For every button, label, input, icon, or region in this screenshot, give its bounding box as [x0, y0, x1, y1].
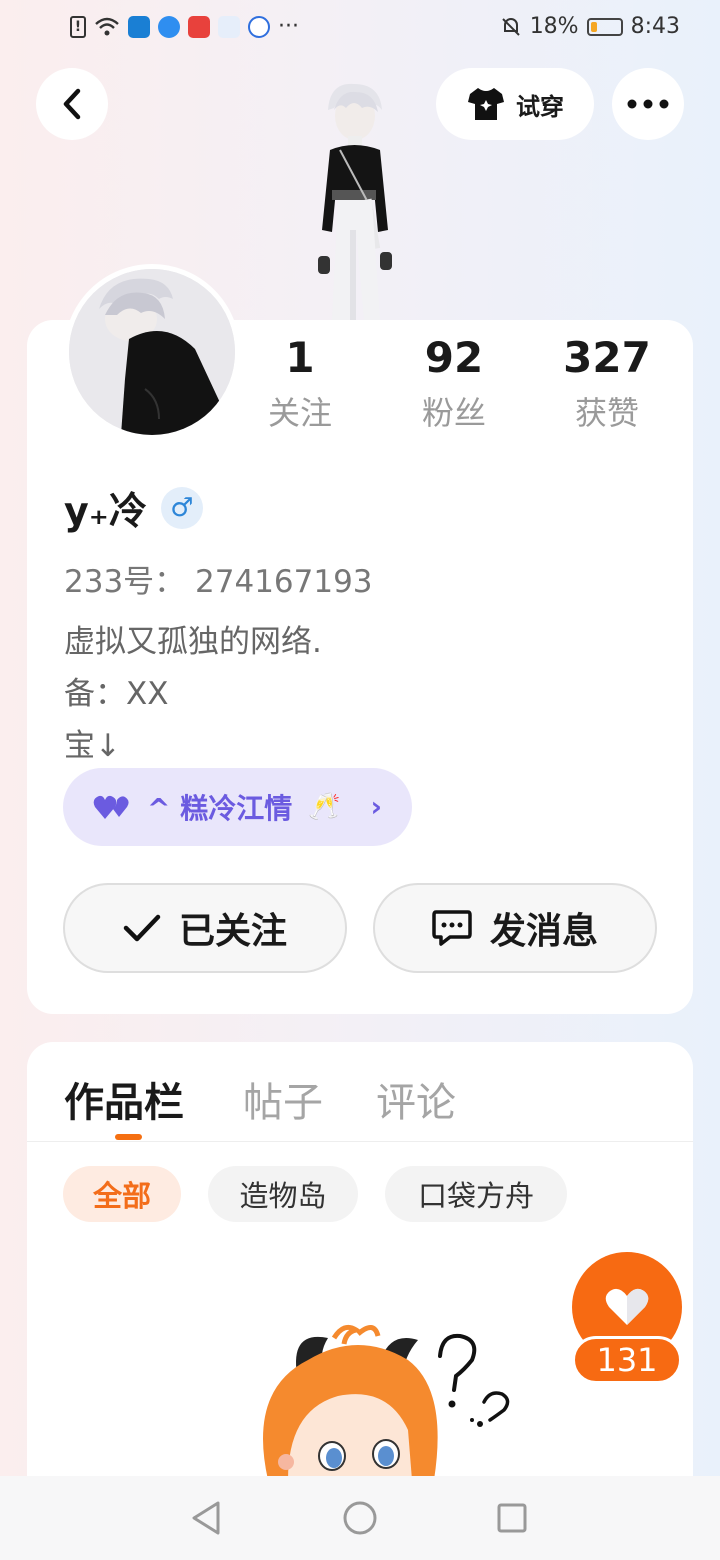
nav-recents-icon[interactable]	[496, 1500, 528, 1536]
like-count: 131	[572, 1336, 682, 1384]
filter-chip-creation-island[interactable]: 造物岛	[208, 1166, 358, 1222]
tab-comments[interactable]: 评论	[376, 1070, 456, 1128]
stat-following[interactable]: 1 关注	[230, 330, 370, 434]
bio-line: 宝↓	[64, 728, 121, 764]
chevron-left-icon	[63, 88, 81, 120]
chevron-right-icon: ›	[370, 790, 382, 823]
browser-app-icon	[158, 15, 180, 38]
confused-mascot-illustration	[263, 1324, 510, 1480]
stat-fans[interactable]: 92 粉丝	[384, 330, 524, 434]
try-on-button[interactable]: 试穿	[436, 68, 594, 140]
mute-bell-icon	[501, 17, 520, 36]
stat-likes-label: 获赞	[574, 394, 639, 432]
bio-line: 虚拟又孤独的网络.	[64, 624, 322, 660]
baidu-app-icon	[248, 15, 270, 38]
stat-following-label: 关注	[267, 394, 332, 432]
more-dots-icon	[627, 99, 669, 109]
status-bar: ! ··· 18% 8:43	[0, 0, 720, 56]
clock: 8:43	[630, 14, 680, 39]
huawei-app-icon	[188, 15, 210, 38]
nav-back-icon[interactable]	[190, 1500, 222, 1536]
check-icon	[123, 914, 161, 942]
back-button[interactable]	[36, 68, 108, 140]
group-label: ^ 糕冷江情	[147, 792, 293, 825]
stat-following-value: 1	[285, 333, 315, 382]
double-heart-icon	[93, 795, 129, 819]
user-id[interactable]: 233号： 274167193	[64, 556, 373, 601]
more-notifications-icon: ···	[278, 14, 299, 39]
system-nav-bar	[0, 1476, 720, 1560]
notification-app-icon	[218, 15, 240, 38]
battery-percent: 18%	[529, 14, 579, 39]
more-options-button[interactable]	[612, 68, 684, 140]
status-icons-left: ! ···	[70, 14, 299, 39]
male-gender-icon: ♂	[160, 486, 203, 529]
avatar-image	[69, 269, 235, 435]
tab-posts[interactable]: 帖子	[243, 1070, 323, 1128]
bio-line: 备：XX	[64, 676, 169, 712]
tab-divider	[27, 1141, 693, 1142]
tab-works[interactable]: 作品栏	[64, 1070, 184, 1128]
send-message-label: 发消息	[489, 911, 598, 952]
bio: 虚拟又孤独的网络. 备：XX 宝↓	[64, 616, 322, 772]
name-row: y₊冷 ♂	[64, 480, 203, 535]
stat-likes[interactable]: 327 获赞	[537, 330, 677, 434]
alert-icon: !	[70, 15, 86, 38]
username: y₊冷	[64, 489, 147, 533]
tab-active-indicator	[115, 1134, 142, 1140]
status-icons-right: 18% 8:43	[500, 14, 680, 39]
heart-icon	[605, 1288, 649, 1325]
send-message-button[interactable]: 发消息	[373, 883, 657, 973]
followed-label: 已关注	[178, 911, 287, 952]
filter-chip-pocket-ark[interactable]: 口袋方舟	[385, 1166, 567, 1222]
intimacy-group-pill[interactable]: ^ 糕冷江情 🥂 ›	[63, 768, 412, 846]
tshirt-icon	[468, 88, 504, 120]
chat-bubble-icon	[432, 910, 472, 946]
avatar[interactable]	[64, 264, 240, 440]
stat-fans-value: 92	[424, 333, 484, 382]
stat-likes-value: 327	[563, 333, 651, 382]
try-on-label: 试穿	[516, 92, 564, 121]
battery-icon	[586, 17, 623, 36]
nav-home-icon[interactable]	[342, 1500, 378, 1536]
avatar-3d-figure	[318, 83, 392, 320]
stat-fans-label: 粉丝	[421, 394, 486, 432]
wifi-icon	[95, 17, 119, 35]
weather-app-icon	[128, 15, 150, 38]
followed-button[interactable]: 已关注	[63, 883, 347, 973]
filter-chip-all[interactable]: 全部	[63, 1166, 181, 1222]
champagne-emoji: 🥂	[308, 792, 341, 822]
